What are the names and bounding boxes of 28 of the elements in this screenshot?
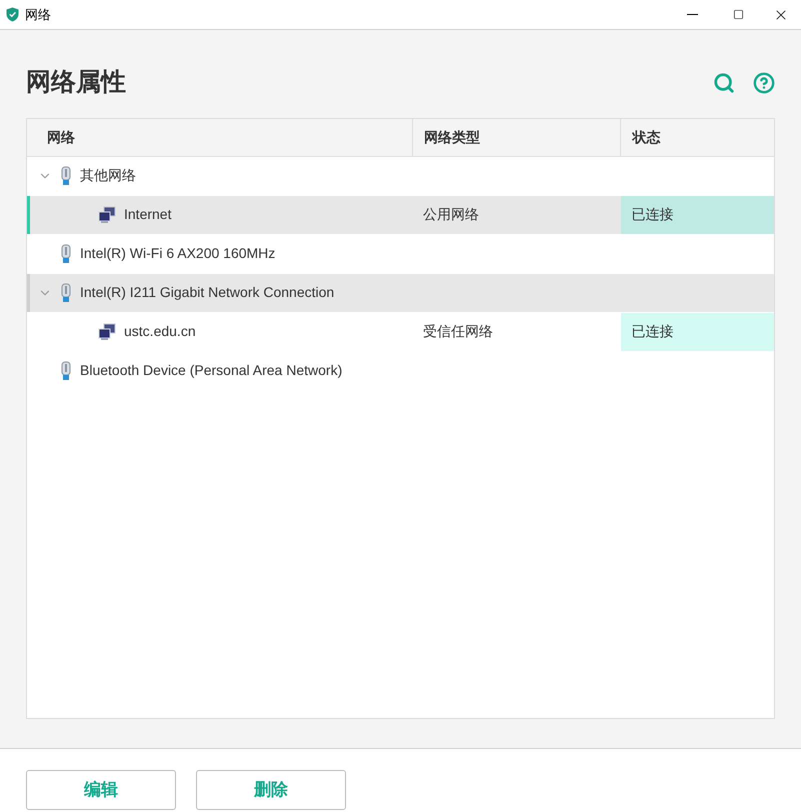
plug-icon — [60, 244, 72, 264]
table-row[interactable]: Intel(R) I211 Gigabit Network Connection — [27, 274, 774, 312]
page-heading: 网络属性 — [26, 67, 126, 98]
network-type: 公用网络 — [423, 205, 480, 224]
minimize-icon — [686, 14, 698, 15]
network-type: 受信任网络 — [423, 322, 494, 341]
plug-icon — [60, 166, 72, 186]
plug-icon — [60, 360, 72, 380]
maximize-icon — [732, 9, 744, 20]
help-icon[interactable] — [753, 72, 775, 94]
column-header[interactable]: 状态 — [620, 118, 774, 156]
computers-icon — [98, 206, 116, 224]
network-name: Intel(R) Wi-Fi 6 AX200 160MHz — [80, 244, 276, 263]
column-header[interactable]: 网络类型 — [412, 118, 620, 156]
network-name: Intel(R) I211 Gigabit Network Connection — [80, 283, 334, 302]
network-name: Bluetooth Device (Personal Area Network) — [80, 361, 342, 380]
shield-icon — [6, 7, 19, 22]
network-name: ustc.edu.cn — [124, 322, 196, 341]
status-cell: 已连接 — [620, 312, 774, 350]
plug-icon — [60, 282, 72, 302]
search-icon[interactable] — [713, 72, 735, 94]
table-row[interactable]: Internet 公用网络 已连接 — [27, 196, 774, 234]
status-cell: 已连接 — [620, 196, 774, 234]
computers-icon — [98, 322, 116, 340]
window-title: 网络 — [25, 6, 51, 24]
network-name: 其他网络 — [80, 166, 136, 185]
network-name: Internet — [124, 205, 172, 224]
column-header[interactable]: 网络 — [27, 118, 412, 156]
